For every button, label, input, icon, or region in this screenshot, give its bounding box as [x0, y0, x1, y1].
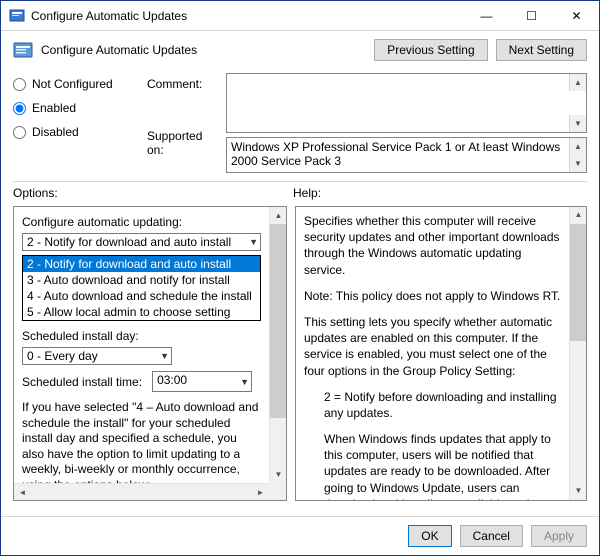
scroll-up-icon[interactable]: ▲ [570, 207, 587, 224]
options-note: If you have selected "4 – Auto download … [22, 400, 261, 483]
supported-on-value: Windows XP Professional Service Pack 1 o… [231, 140, 560, 168]
policy-header-icon [13, 40, 33, 60]
apply-button[interactable]: Apply [531, 525, 587, 547]
dropdown-item[interactable]: 4 - Auto download and schedule the insta… [23, 288, 260, 304]
scroll-up-icon[interactable]: ▲ [270, 207, 287, 224]
radio-not-configured-label: Not Configured [32, 77, 113, 91]
scheduled-day-select[interactable]: 0 - Every day ▼ [22, 347, 172, 365]
cancel-button[interactable]: Cancel [460, 525, 523, 547]
horizontal-scrollbar[interactable]: ◄ ► [14, 483, 269, 500]
help-label: Help: [293, 186, 321, 200]
scroll-up-icon[interactable]: ▲ [569, 74, 586, 91]
dropdown-item[interactable]: 2 - Notify for download and auto install [23, 256, 260, 272]
scroll-down-icon[interactable]: ▼ [270, 466, 287, 483]
scroll-thumb[interactable] [570, 224, 586, 341]
scroll-thumb[interactable] [270, 224, 286, 418]
help-text: This setting lets you specify whether au… [304, 314, 564, 379]
ok-button[interactable]: OK [408, 525, 451, 547]
configure-updating-label: Configure automatic updating: [22, 215, 261, 229]
policy-icon [9, 8, 25, 24]
radio-enabled-input[interactable] [13, 102, 26, 115]
next-setting-button[interactable]: Next Setting [496, 39, 587, 61]
options-panel: Configure automatic updating: 2 - Notify… [13, 206, 287, 501]
comment-label: Comment: [147, 77, 222, 91]
scroll-up-icon[interactable]: ▲ [569, 138, 586, 155]
chevron-down-icon: ▼ [160, 351, 169, 361]
scroll-left-icon[interactable]: ◄ [14, 484, 31, 501]
vertical-scrollbar[interactable]: ▲ ▼ [269, 207, 286, 483]
help-text: Specifies whether this computer will rec… [304, 213, 564, 278]
help-text: Note: This policy does not apply to Wind… [304, 288, 564, 304]
comment-textarea[interactable]: ▲▼ [226, 73, 587, 133]
scheduled-day-value: 0 - Every day [27, 349, 98, 363]
maximize-button[interactable]: ☐ [509, 1, 554, 31]
supported-on-label: Supported on: [147, 129, 222, 157]
configure-updating-value: 2 - Notify for download and auto install [27, 235, 231, 249]
scheduled-time-label: Scheduled install time: [22, 375, 142, 389]
scroll-down-icon[interactable]: ▼ [569, 115, 586, 132]
radio-enabled-label: Enabled [32, 101, 76, 115]
scheduled-time-select[interactable]: 03:00 ▼ [152, 371, 252, 392]
radio-disabled-input[interactable] [13, 126, 26, 139]
scheduled-day-label: Scheduled install day: [22, 329, 261, 343]
chevron-down-icon: ▼ [240, 377, 249, 387]
radio-not-configured-input[interactable] [13, 78, 26, 91]
radio-not-configured[interactable]: Not Configured [13, 77, 143, 91]
minimize-button[interactable]: — [464, 1, 509, 31]
page-title: Configure Automatic Updates [41, 43, 366, 57]
vertical-scrollbar[interactable]: ▲ ▼ [569, 207, 586, 500]
help-panel: Specifies whether this computer will rec… [295, 206, 587, 501]
radio-enabled[interactable]: Enabled [13, 101, 143, 115]
options-label: Options: [13, 186, 293, 200]
dropdown-item[interactable]: 3 - Auto download and notify for install [23, 272, 260, 288]
scroll-corner [269, 483, 286, 500]
chevron-down-icon: ▼ [249, 237, 258, 247]
help-text: 2 = Notify before downloading and instal… [304, 389, 564, 421]
help-text: When Windows finds updates that apply to… [304, 431, 564, 501]
scroll-right-icon[interactable]: ► [252, 484, 269, 501]
radio-disabled-label: Disabled [32, 125, 79, 139]
previous-setting-button[interactable]: Previous Setting [374, 39, 487, 61]
scroll-down-icon[interactable]: ▼ [570, 483, 587, 500]
scheduled-time-value: 03:00 [157, 373, 187, 387]
close-button[interactable]: ✕ [554, 1, 599, 31]
scroll-down-icon[interactable]: ▼ [569, 155, 586, 172]
supported-on-box: Windows XP Professional Service Pack 1 o… [226, 137, 587, 173]
radio-disabled[interactable]: Disabled [13, 125, 143, 139]
dropdown-item[interactable]: 5 - Allow local admin to choose setting [23, 304, 260, 320]
configure-updating-select[interactable]: 2 - Notify for download and auto install… [22, 233, 261, 251]
window-title: Configure Automatic Updates [31, 9, 464, 23]
configure-updating-dropdown[interactable]: 2 - Notify for download and auto install… [22, 255, 261, 321]
